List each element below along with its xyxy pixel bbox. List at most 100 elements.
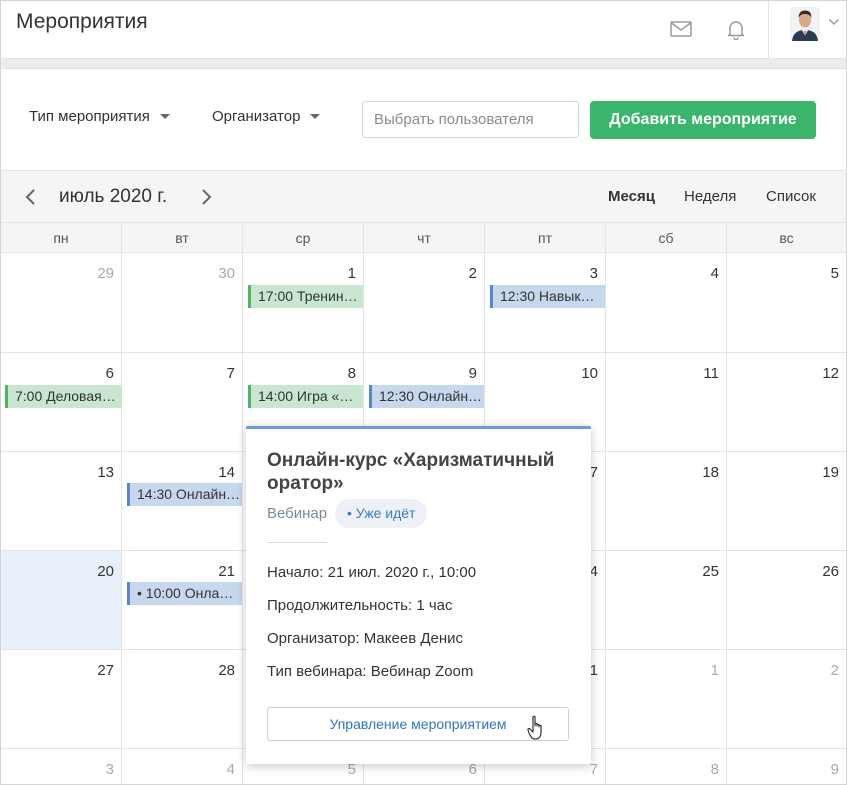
day-number: 21 — [218, 563, 235, 580]
day-number: 19 — [822, 464, 839, 481]
mail-icon[interactable] — [669, 17, 693, 41]
filter-bar: Тип мероприятия Организатор Добавить мер… — [1, 70, 846, 170]
view-week-tab[interactable]: Неделя — [684, 188, 736, 205]
popover-divider — [267, 542, 327, 543]
month-label: июль 2020 г. — [59, 186, 168, 207]
day-cell[interactable]: 2 — [364, 253, 485, 353]
day-cell[interactable]: 4 — [606, 253, 727, 353]
calendar-event[interactable]: 7:00 Деловая… — [5, 385, 122, 408]
popover-event-type: Вебинар — [267, 505, 328, 522]
day-number: 5 — [830, 265, 839, 282]
day-number: 13 — [97, 464, 114, 481]
add-event-button[interactable]: Добавить мероприятие — [590, 101, 816, 139]
day-number: 26 — [822, 563, 839, 580]
calendar-event[interactable]: 14:30 Онлайн… — [127, 483, 242, 506]
page-title: Мероприятия — [16, 10, 148, 33]
day-number: 9 — [830, 761, 839, 778]
day-number: 18 — [702, 464, 719, 481]
day-cell[interactable]: 30 — [122, 253, 243, 353]
prev-month-icon[interactable] — [24, 188, 38, 206]
organizer-dropdown-label: Организатор — [212, 108, 301, 125]
bell-icon[interactable] — [724, 17, 748, 41]
day-number: 6 — [105, 365, 114, 382]
next-month-icon[interactable] — [199, 188, 213, 206]
weekday-label: ср — [243, 223, 364, 252]
day-cell[interactable]: 5 — [727, 253, 846, 353]
popover-title: Онлайн-курс «Харизматичный оратор» — [267, 450, 555, 494]
weekday-label: вс — [779, 230, 794, 246]
event-type-dropdown-label: Тип мероприятия — [29, 108, 150, 125]
day-number: 28 — [218, 662, 235, 679]
day-number: 9 — [468, 365, 477, 382]
day-number: 27 — [97, 662, 114, 679]
day-cell[interactable]: 9 — [727, 749, 846, 784]
day-number: 30 — [218, 265, 235, 282]
day-cell[interactable]: 19 — [727, 452, 846, 551]
day-cell[interactable]: 1 — [606, 650, 727, 749]
day-number: 4 — [226, 761, 235, 778]
day-number: 29 — [97, 265, 114, 282]
weekday-label: пн — [1, 223, 122, 252]
day-cell[interactable]: 13 — [1, 452, 122, 551]
app-window: Мероприятия Тип мероприятия Организатор … — [0, 0, 847, 785]
day-cell[interactable]: 26 — [727, 551, 846, 650]
header-divider — [768, 1, 769, 58]
day-number: 8 — [347, 365, 356, 382]
event-type-dropdown[interactable]: Тип мероприятия — [29, 108, 170, 125]
day-cell[interactable]: 27 — [1, 650, 122, 749]
weekday-header: пн вт ср чт пт сб вс — [1, 223, 846, 253]
day-number: 12 — [822, 365, 839, 382]
popover-webinar-type: Тип вебинара: Вебинар Zoom — [267, 663, 474, 680]
day-number: 4 — [710, 265, 719, 282]
day-number: 1 — [347, 265, 356, 282]
day-number: 11 — [703, 365, 719, 382]
day-cell[interactable]: 8 — [606, 749, 727, 784]
day-cell[interactable]: 29 — [1, 253, 122, 353]
top-header: Мероприятия — [1, 1, 846, 59]
day-number: 7 — [589, 761, 598, 778]
popover-start: Начало: 21 июл. 2020 г., 10:00 — [267, 564, 477, 581]
weekday-label: сб — [606, 223, 727, 252]
day-number: 14 — [218, 464, 235, 481]
day-number: 2 — [830, 662, 839, 679]
calendar-event-selected[interactable]: • 10:00 Онла… — [127, 582, 242, 605]
event-popover: Онлайн-курс «Харизматичный оратор» Вебин… — [246, 426, 591, 764]
weekday-label: чт — [364, 223, 485, 252]
day-number: 3 — [589, 265, 598, 282]
calendar-event[interactable]: 17:00 Тренин… — [248, 285, 363, 308]
organizer-dropdown[interactable]: Организатор — [212, 108, 321, 125]
calendar-event[interactable]: 14:00 Игра «… — [248, 385, 363, 408]
day-cell[interactable]: 18 — [606, 452, 727, 551]
day-number: 2 — [468, 265, 477, 282]
popover-duration: Продолжительность: 1 час — [267, 597, 453, 614]
day-cell[interactable]: 12 — [727, 353, 846, 452]
caret-down-icon — [310, 114, 321, 119]
day-cell-today[interactable]: 20 — [1, 551, 122, 650]
header-band — [1, 59, 846, 69]
day-cell[interactable]: 3 — [1, 749, 122, 784]
day-number: 25 — [702, 563, 719, 580]
day-cell[interactable]: 4 — [122, 749, 243, 784]
avatar[interactable] — [790, 7, 820, 41]
calendar-event[interactable]: 12:30 Онлайн… — [369, 385, 484, 408]
day-cell[interactable]: 25 — [606, 551, 727, 650]
weekday-label: вт — [122, 223, 243, 252]
user-search-input[interactable] — [362, 101, 579, 138]
day-cell[interactable]: 28 — [122, 650, 243, 749]
day-number: 20 — [97, 563, 114, 580]
day-number: 8 — [710, 761, 719, 778]
calendar-toolbar: июль 2020 г. Месяц Неделя Список — [1, 170, 846, 223]
day-number: 1 — [710, 662, 719, 679]
day-cell[interactable]: 11 — [606, 353, 727, 452]
day-number: 7 — [226, 365, 235, 382]
chevron-down-icon[interactable] — [828, 17, 840, 27]
status-badge: • Уже идёт — [335, 499, 428, 528]
popover-organizer: Организатор: Макеев Денис — [267, 630, 463, 647]
day-cell[interactable]: 7 — [122, 353, 243, 452]
manage-event-button[interactable]: Управление мероприятием — [267, 707, 569, 741]
day-number: 3 — [105, 761, 114, 778]
day-cell[interactable]: 2 — [727, 650, 846, 749]
view-list-tab[interactable]: Список — [766, 188, 816, 205]
view-month-tab[interactable]: Месяц — [608, 188, 655, 205]
calendar-event[interactable]: 12:30 Навык… — [490, 285, 605, 308]
